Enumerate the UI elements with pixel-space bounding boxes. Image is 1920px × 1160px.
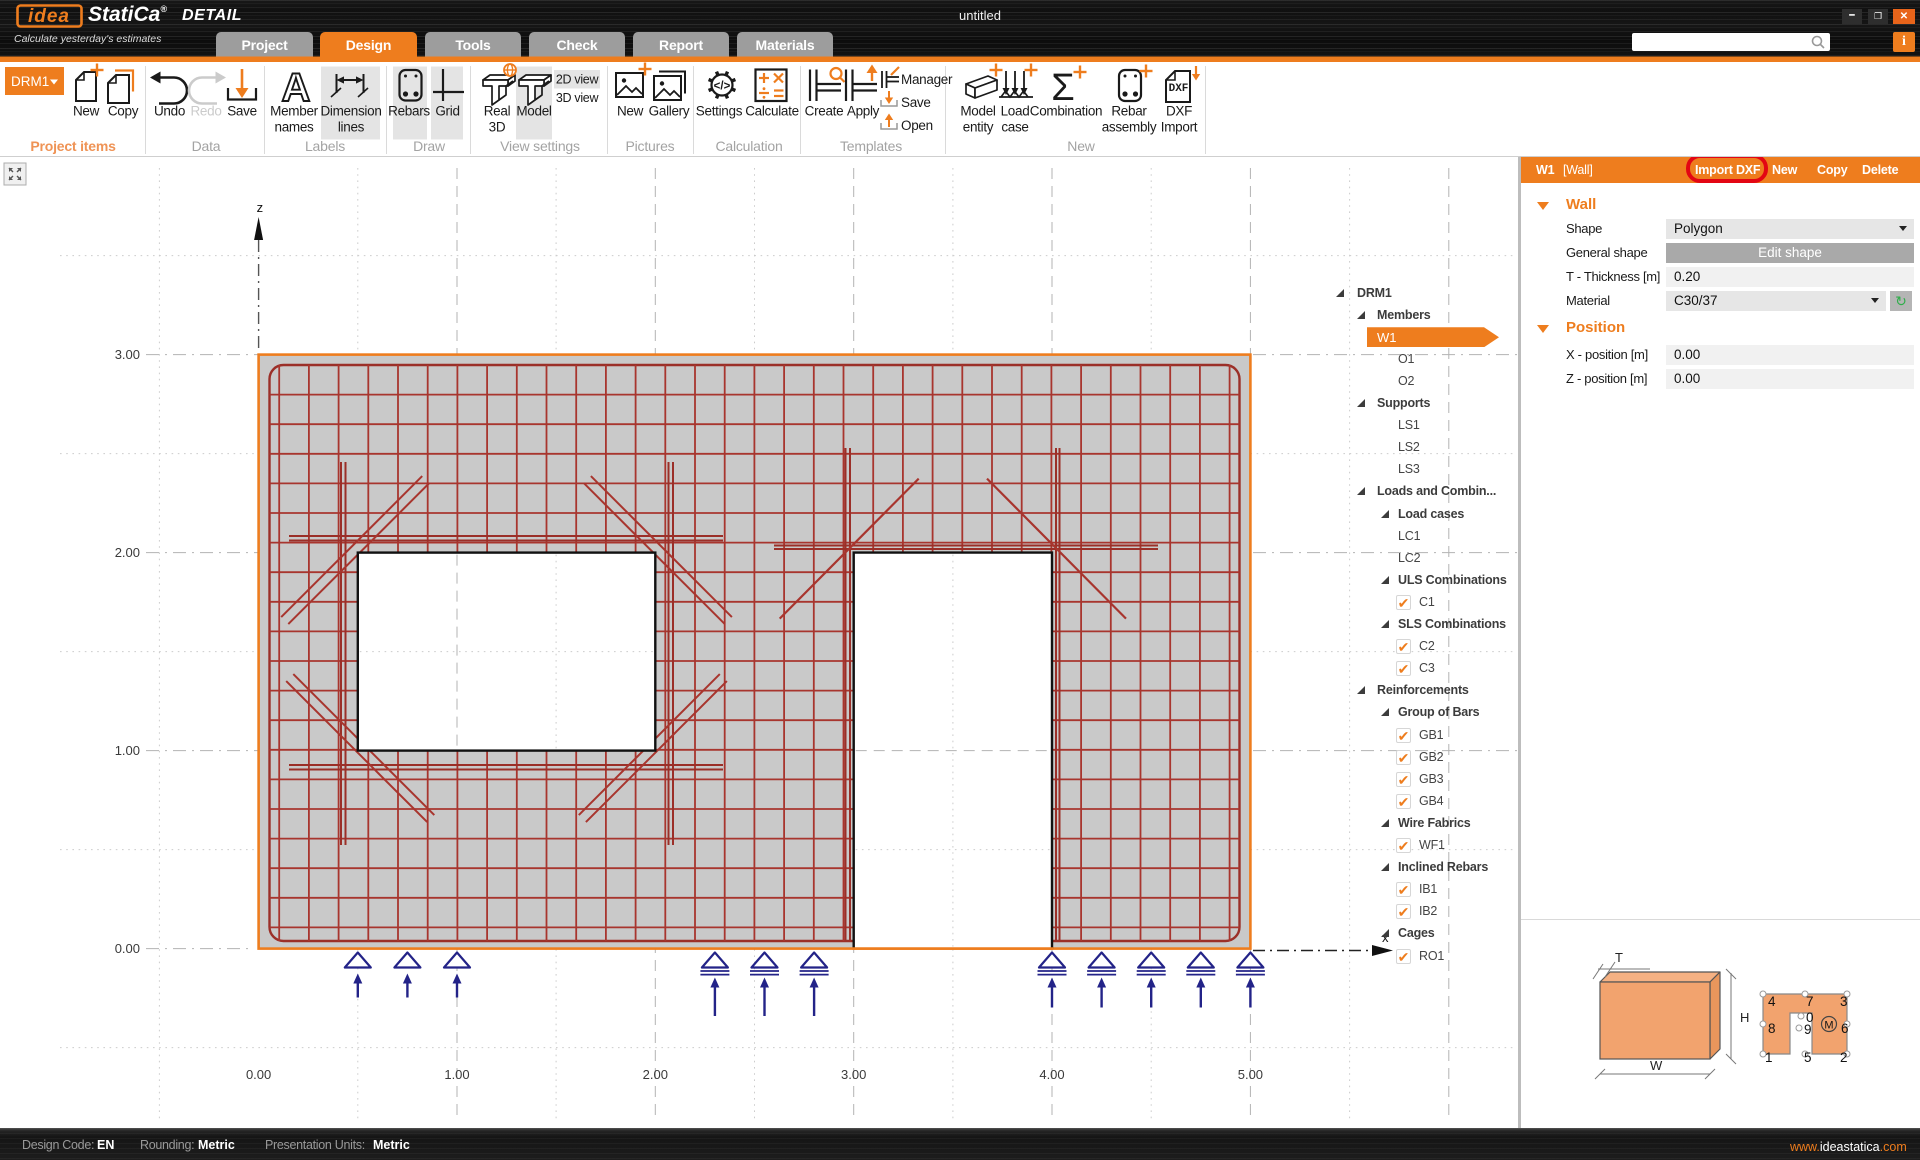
svg-text:0.00: 0.00 (246, 1067, 271, 1082)
svg-text:8: 8 (1768, 1021, 1776, 1036)
svg-text:DXF: DXF (1169, 83, 1189, 95)
svg-text:Data: Data (192, 138, 221, 154)
svg-text:Labels: Labels (305, 138, 345, 154)
svg-text:Templates: Templates (840, 138, 902, 154)
svg-text:1.00: 1.00 (444, 1067, 469, 1082)
svg-text:5: 5 (1804, 1050, 1812, 1065)
svg-text:View settings: View settings (500, 138, 580, 154)
svg-text:Redo: Redo (190, 104, 221, 119)
svg-text:2.00: 2.00 (115, 545, 140, 560)
svg-text:3D view: 3D view (556, 91, 600, 105)
svg-text:Real: Real (484, 104, 511, 119)
svg-text:1.00: 1.00 (115, 743, 140, 758)
svg-text:Import: Import (1161, 120, 1198, 135)
svg-text:Model: Model (960, 104, 996, 119)
svg-text:Manager: Manager (901, 72, 953, 87)
svg-text:Rebars: Rebars (388, 104, 430, 119)
svg-text:Load: Load (1001, 104, 1030, 119)
svg-text:2.00: 2.00 (643, 1067, 668, 1082)
svg-text:3D: 3D (489, 120, 506, 135)
svg-text:z: z (257, 200, 264, 215)
svg-text:assembly: assembly (1102, 120, 1157, 135)
svg-text:W: W (1650, 1058, 1663, 1073)
svg-text:Apply: Apply (847, 104, 880, 119)
svg-text:3.00: 3.00 (841, 1067, 866, 1082)
svg-text:9: 9 (1804, 1022, 1812, 1037)
svg-text:entity: entity (963, 120, 994, 135)
svg-text:T: T (1615, 950, 1623, 965)
svg-text:Model: Model (516, 104, 552, 119)
svg-text:Grid: Grid (435, 104, 459, 119)
svg-text:</>: </> (714, 81, 731, 93)
svg-text:0.00: 0.00 (115, 941, 140, 956)
svg-text:1: 1 (1765, 1050, 1773, 1065)
svg-text:Project items: Project items (30, 138, 116, 154)
svg-text:6: 6 (1841, 1021, 1849, 1036)
svg-text:Gallery: Gallery (649, 104, 690, 119)
svg-text:names: names (274, 120, 314, 135)
svg-text:Open: Open (901, 118, 933, 133)
svg-text:New: New (617, 104, 644, 119)
svg-text:3.00: 3.00 (115, 347, 140, 362)
svg-text:Save: Save (901, 95, 931, 110)
svg-text:4.00: 4.00 (1039, 1067, 1064, 1082)
svg-text:New: New (1067, 138, 1095, 154)
svg-text:Pictures: Pictures (626, 138, 675, 154)
svg-text:3: 3 (1840, 994, 1848, 1009)
svg-text:5.00: 5.00 (1238, 1067, 1263, 1082)
svg-text:New: New (73, 104, 100, 119)
svg-text:M: M (1824, 1020, 1833, 1032)
svg-text:Calculation: Calculation (715, 138, 782, 154)
svg-text:lines: lines (338, 120, 365, 135)
svg-text:Combination: Combination (1030, 104, 1103, 119)
svg-text:Rebar: Rebar (1111, 104, 1147, 119)
svg-text:Calculate: Calculate (745, 104, 799, 119)
svg-text:Save: Save (227, 104, 257, 119)
svg-text:Copy: Copy (108, 104, 139, 119)
svg-text:H: H (1740, 1010, 1749, 1025)
svg-text:Draw: Draw (413, 138, 446, 154)
svg-text:Member: Member (270, 104, 319, 119)
svg-text:4: 4 (1768, 994, 1776, 1009)
svg-text:DRM1: DRM1 (11, 74, 49, 89)
svg-text:Undo: Undo (154, 104, 185, 119)
svg-text:DXF: DXF (1166, 104, 1192, 119)
svg-text:7: 7 (1806, 994, 1814, 1009)
svg-text:2D view: 2D view (556, 73, 600, 87)
svg-text:idea: idea (28, 6, 70, 27)
svg-text:case: case (1001, 120, 1028, 135)
svg-text:2: 2 (1840, 1050, 1848, 1065)
svg-text:Dimension: Dimension (320, 104, 381, 119)
svg-text:Create: Create (805, 104, 844, 119)
svg-text:Settings: Settings (696, 104, 743, 119)
